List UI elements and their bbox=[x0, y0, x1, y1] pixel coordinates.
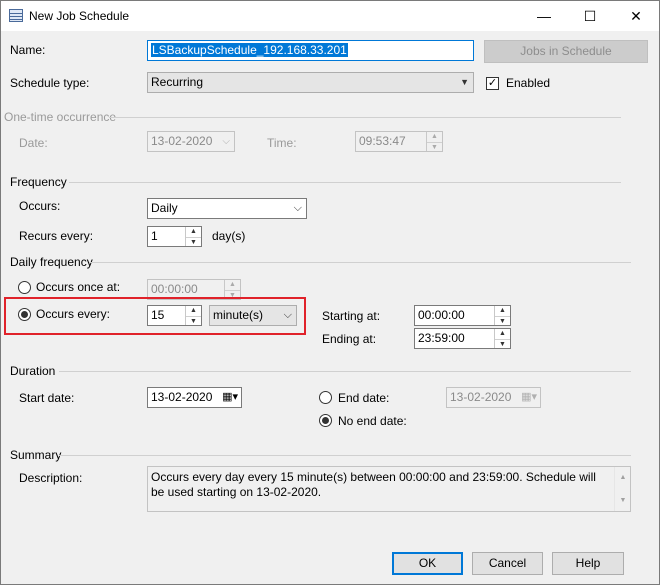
spin-down-icon: ▼ bbox=[427, 141, 442, 152]
enabled-label: Enabled bbox=[506, 76, 551, 90]
no-end-date-radio[interactable] bbox=[319, 414, 332, 427]
one-time-heading: One-time occurrence bbox=[4, 110, 117, 124]
starting-at-value: 00:00:00 bbox=[418, 308, 465, 322]
schedule-app-icon bbox=[9, 9, 23, 22]
every-spinner[interactable]: ▲ ▼ bbox=[185, 306, 201, 325]
starting-at-label: Starting at: bbox=[322, 309, 381, 323]
recurs-every-input[interactable]: 1 ▲ ▼ bbox=[147, 226, 202, 247]
calendar-icon[interactable]: ▦▾ bbox=[222, 388, 238, 407]
spin-up-icon: ▲ bbox=[190, 228, 197, 235]
occurs-once-time-value: 00:00:00 bbox=[151, 282, 198, 296]
time-spinner[interactable]: ▲ ▼ bbox=[426, 132, 442, 151]
summary-heading: Summary bbox=[10, 448, 62, 462]
ok-button[interactable]: OK bbox=[392, 552, 463, 575]
scroll-up-icon: ▲ bbox=[619, 474, 627, 481]
spin-down-icon: ▼ bbox=[186, 236, 201, 247]
calendar-icon[interactable]: ▦▾ bbox=[521, 388, 537, 407]
divider bbox=[109, 117, 621, 118]
cancel-button[interactable]: Cancel bbox=[472, 552, 543, 575]
start-date-picker[interactable]: 13-02-2020 ▦▾ bbox=[147, 387, 242, 408]
occurs-label: Occurs: bbox=[19, 199, 61, 213]
occurs-every-unit-select[interactable]: minute(s) ⌵ bbox=[209, 305, 297, 326]
time-label: Time: bbox=[267, 136, 297, 150]
occurs-every-label: Occurs every: bbox=[36, 307, 111, 321]
divider bbox=[59, 371, 631, 372]
description-label: Description: bbox=[19, 471, 83, 485]
one-time-time-input[interactable]: 09:53:47 ▲ ▼ bbox=[355, 131, 443, 152]
end-date-value: 13-02-2020 bbox=[450, 390, 512, 404]
scroll-down-icon: ▼ bbox=[619, 497, 627, 504]
occurs-every-unit-value: minute(s) bbox=[213, 308, 264, 322]
name-label: Name: bbox=[10, 43, 46, 57]
end-date-picker[interactable]: 13-02-2020 ▦▾ bbox=[446, 387, 541, 408]
chevron-down-icon: ⌵ bbox=[293, 202, 302, 214]
chevron-down-icon: ▼ bbox=[460, 77, 469, 87]
recurs-every-label: Recurs every: bbox=[19, 229, 94, 243]
minimize-button[interactable]: — bbox=[521, 1, 567, 31]
duration-heading: Duration bbox=[10, 364, 56, 378]
occurs-once-radio[interactable] bbox=[18, 281, 31, 294]
spin-up-icon: ▲ bbox=[190, 307, 197, 314]
occurs-every-input[interactable]: 15 ▲ ▼ bbox=[147, 305, 202, 326]
date-label: Date: bbox=[19, 136, 48, 150]
window-title: New Job Schedule bbox=[29, 9, 130, 23]
description-scrollbar[interactable]: ▲ ▼ bbox=[614, 467, 630, 511]
divider bbox=[89, 262, 631, 263]
ending-at-label: Ending at: bbox=[322, 332, 377, 346]
ending-at-input[interactable]: 23:59:00 ▲ ▼ bbox=[414, 328, 511, 349]
one-time-date-picker[interactable]: 13-02-2020 ⌵ bbox=[147, 131, 235, 152]
ending-spinner[interactable]: ▲ ▼ bbox=[494, 329, 510, 348]
start-date-value: 13-02-2020 bbox=[151, 390, 213, 404]
divider bbox=[69, 182, 621, 183]
help-button[interactable]: Help bbox=[552, 552, 624, 575]
recurs-unit-label: day(s) bbox=[212, 229, 246, 243]
schedule-type-label: Schedule type: bbox=[10, 76, 90, 90]
description-text: Occurs every day every 15 minute(s) betw… bbox=[151, 470, 596, 499]
daily-frequency-heading: Daily frequency bbox=[10, 255, 93, 269]
name-value: LSBackupSchedule_192.168.33.201 bbox=[151, 43, 348, 57]
occurs-every-radio[interactable] bbox=[18, 308, 31, 321]
recurs-every-value: 1 bbox=[151, 229, 158, 243]
chevron-down-icon: ⌵ bbox=[283, 309, 292, 321]
maximize-icon: ☐ bbox=[583, 7, 597, 24]
spin-up-icon: ▲ bbox=[229, 281, 236, 288]
schedule-type-value: Recurring bbox=[151, 75, 204, 89]
occurs-select[interactable]: Daily ⌵ bbox=[147, 198, 307, 219]
spin-up-icon: ▲ bbox=[499, 330, 506, 337]
ending-at-value: 23:59:00 bbox=[418, 331, 465, 345]
occurs-once-label: Occurs once at: bbox=[36, 280, 121, 294]
spin-up-icon: ▲ bbox=[499, 307, 506, 314]
one-time-time-value: 09:53:47 bbox=[359, 134, 406, 148]
no-end-date-label: No end date: bbox=[338, 414, 407, 428]
end-date-label: End date: bbox=[338, 391, 390, 405]
one-time-date-value: 13-02-2020 bbox=[151, 134, 213, 148]
title-bar: New Job Schedule — ☐ ✕ bbox=[1, 1, 659, 31]
start-date-label: Start date: bbox=[19, 391, 75, 405]
starting-spinner[interactable]: ▲ ▼ bbox=[494, 306, 510, 325]
starting-at-input[interactable]: 00:00:00 ▲ ▼ bbox=[414, 305, 511, 326]
job-schedule-dialog: New Job Schedule — ☐ ✕ Name: LSBackupSch… bbox=[0, 0, 660, 585]
maximize-button[interactable]: ☐ bbox=[567, 1, 613, 31]
checkmark-icon: ✓ bbox=[487, 77, 498, 89]
occurs-value: Daily bbox=[151, 201, 178, 215]
recurs-spinner[interactable]: ▲ ▼ bbox=[185, 227, 201, 246]
jobs-in-schedule-button[interactable]: Jobs in Schedule bbox=[484, 40, 648, 63]
divider bbox=[59, 455, 631, 456]
schedule-type-select[interactable]: Recurring ▼ bbox=[147, 72, 474, 93]
occurs-every-value: 15 bbox=[151, 308, 165, 322]
close-button[interactable]: ✕ bbox=[613, 1, 659, 31]
chevron-down-icon: ⌵ bbox=[222, 136, 230, 147]
spin-down-icon: ▼ bbox=[495, 338, 510, 349]
description-textarea[interactable]: Occurs every day every 15 minute(s) betw… bbox=[147, 466, 631, 512]
spin-down-icon: ▼ bbox=[495, 315, 510, 326]
close-icon: ✕ bbox=[630, 7, 642, 24]
spin-up-icon: ▲ bbox=[431, 133, 438, 140]
enabled-checkbox[interactable]: ✓ bbox=[486, 77, 499, 90]
name-input[interactable]: LSBackupSchedule_192.168.33.201 bbox=[147, 40, 474, 61]
end-date-radio[interactable] bbox=[319, 391, 332, 404]
minimize-icon: — bbox=[537, 8, 551, 24]
spin-down-icon: ▼ bbox=[186, 315, 201, 326]
frequency-heading: Frequency bbox=[10, 175, 67, 189]
